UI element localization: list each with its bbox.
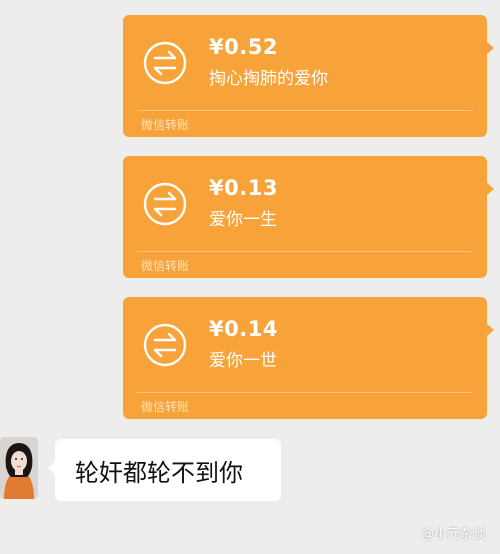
transfer-footer-label: 微信转账: [141, 259, 190, 273]
transfer-footer-label: 微信转账: [141, 400, 190, 414]
transfer-memo: 爱你一世: [209, 351, 277, 371]
avatar[interactable]: [0, 437, 38, 499]
transfer-footer-label: 微信转账: [141, 118, 190, 132]
message-text: 轮奸都轮不到你: [75, 459, 243, 487]
message-bubble[interactable]: 轮奸都轮不到你: [48, 439, 281, 501]
transfer-arrows-icon: [143, 323, 187, 367]
transfer-memo: 掏心掏肺的爱你: [209, 69, 328, 89]
divider: [137, 392, 473, 393]
transfer-memo: 爱你一生: [209, 210, 277, 230]
transfer-arrows-icon: [143, 41, 187, 85]
divider: [137, 251, 473, 252]
transfer-amount: ¥0.13: [209, 176, 278, 200]
transfer-amount: ¥0.14: [209, 317, 278, 341]
transfer-amount: ¥0.52: [209, 35, 278, 59]
transfer-card-3[interactable]: ¥0.14 爱你一世 微信转账: [123, 297, 494, 419]
watermark: @小元杂谈: [421, 523, 486, 542]
transfer-arrows-icon: [143, 182, 187, 226]
watermark-text: @小元杂谈: [420, 527, 486, 542]
transfer-card-1[interactable]: ¥0.52 掏心掏肺的爱你 微信转账: [123, 15, 494, 137]
transfer-card-2[interactable]: ¥0.13 爱你一生 微信转账: [123, 156, 494, 278]
divider: [137, 110, 473, 111]
avatar-image: [0, 437, 38, 499]
